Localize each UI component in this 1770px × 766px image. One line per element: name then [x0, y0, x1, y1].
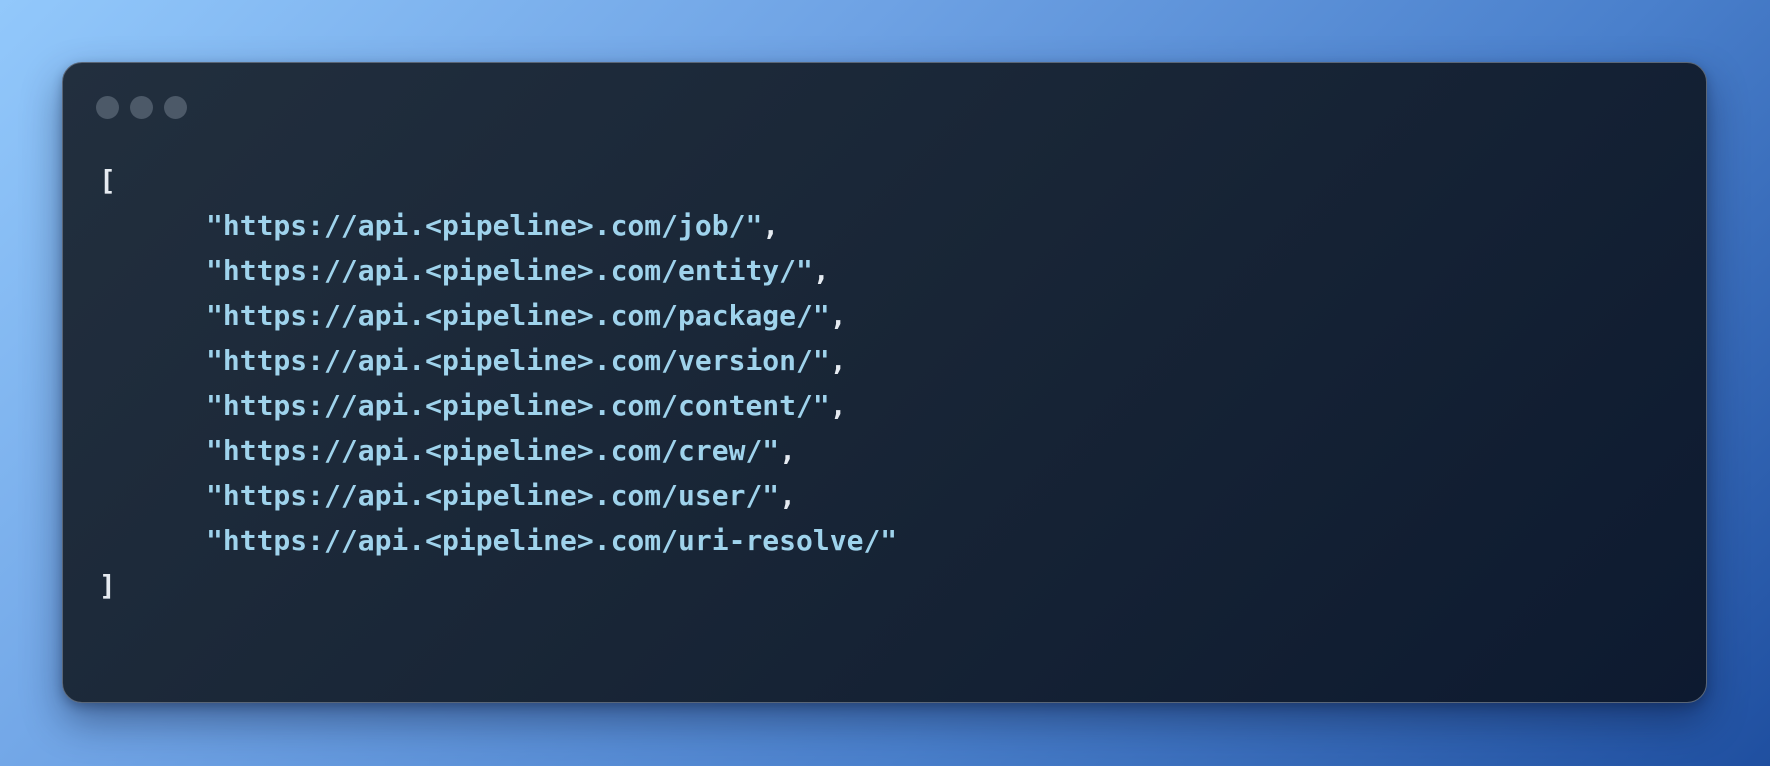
code-line: "https://api.<pipeline>.com/crew/",	[99, 428, 897, 473]
comma: ,	[829, 389, 847, 422]
url-string: "https://api.<pipeline>.com/entity/"	[206, 254, 813, 287]
code-line: "https://api.<pipeline>.com/uri-resolve/…	[99, 518, 897, 563]
comma: ,	[829, 344, 847, 377]
url-string: "https://api.<pipeline>.com/uri-resolve/…	[206, 524, 898, 557]
code-line: "https://api.<pipeline>.com/user/",	[99, 473, 897, 518]
code-line: "https://api.<pipeline>.com/version/",	[99, 338, 897, 383]
window-dot-icon	[130, 96, 153, 119]
url-string: "https://api.<pipeline>.com/crew/"	[206, 434, 780, 467]
code-line-open: [	[99, 158, 897, 203]
code-line: "https://api.<pipeline>.com/job/",	[99, 203, 897, 248]
comma: ,	[812, 254, 830, 287]
url-string: "https://api.<pipeline>.com/content/"	[206, 389, 830, 422]
code-line: "https://api.<pipeline>.com/entity/",	[99, 248, 897, 293]
url-string: "https://api.<pipeline>.com/version/"	[206, 344, 830, 377]
window-controls	[96, 96, 187, 119]
comma: ,	[762, 209, 780, 242]
close-bracket: ]	[99, 569, 116, 602]
comma: ,	[829, 299, 847, 332]
url-string: "https://api.<pipeline>.com/package/"	[206, 299, 830, 332]
code-window: ["https://api.<pipeline>.com/job/", "http…	[62, 62, 1707, 703]
window-dot-icon	[164, 96, 187, 119]
code-line: "https://api.<pipeline>.com/content/",	[99, 383, 897, 428]
code-line-close: ]	[99, 563, 897, 608]
window-dot-icon	[96, 96, 119, 119]
open-bracket: [	[99, 164, 116, 197]
comma: ,	[779, 479, 797, 512]
url-string: "https://api.<pipeline>.com/job/"	[206, 209, 763, 242]
url-string: "https://api.<pipeline>.com/user/"	[206, 479, 780, 512]
code-block: ["https://api.<pipeline>.com/job/", "http…	[99, 158, 897, 608]
code-line: "https://api.<pipeline>.com/package/",	[99, 293, 897, 338]
comma: ,	[779, 434, 797, 467]
